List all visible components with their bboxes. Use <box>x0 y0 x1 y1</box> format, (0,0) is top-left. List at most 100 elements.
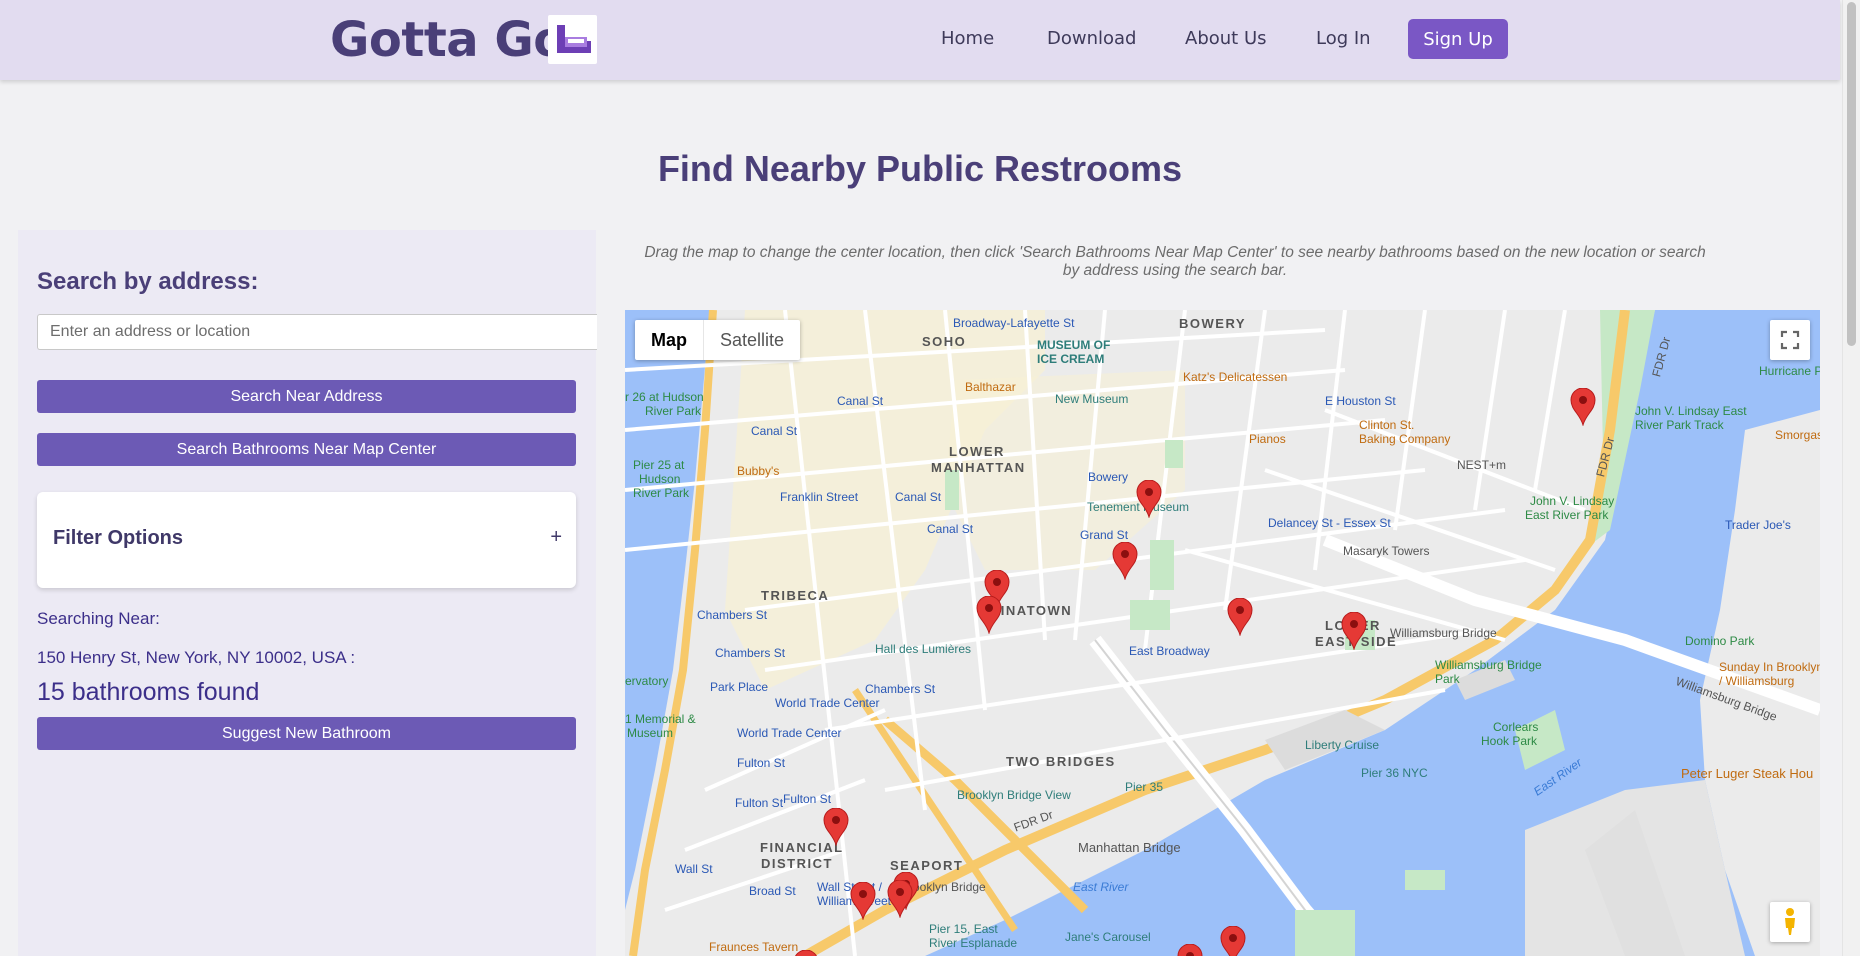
label-hurricane-point: Hurricane Poi <box>1759 364 1820 378</box>
address-input[interactable] <box>37 314 597 350</box>
label-museum-ice-cream-2: ICE CREAM <box>1037 352 1105 366</box>
label-smorgasburg: Smorgasbu <box>1775 428 1820 442</box>
page-scrollbar[interactable] <box>1842 0 1860 956</box>
label-nest: NEST+m <box>1457 458 1507 472</box>
page-title: Find Nearby Public Restrooms <box>657 148 1183 189</box>
label-seaport: SEAPORT <box>890 858 964 873</box>
expand-plus-icon[interactable]: + <box>550 526 562 549</box>
label-memorial-2: Museum <box>627 726 674 740</box>
searching-near-label: Searching Near: <box>37 609 160 628</box>
label-janes-carousel: Jane's Carousel <box>1065 930 1151 944</box>
label-hall-des-lumieres: Hall des Lumières <box>875 642 972 656</box>
label-pier-25-3: River Park <box>633 486 690 500</box>
restroom-marker[interactable] <box>1136 480 1162 518</box>
fullscreen-icon <box>1780 330 1800 350</box>
label-pier-25-2: Hudson <box>639 472 681 486</box>
filter-options-card[interactable]: Filter Options + <box>37 492 576 588</box>
label-lindsay-track-2: River Park Track <box>1635 418 1724 432</box>
nav-login-link[interactable]: Log In <box>1316 28 1371 49</box>
restroom-marker[interactable] <box>850 882 876 920</box>
label-peter-luger: Peter Luger Steak Hou <box>1681 766 1814 781</box>
label-clinton-st: Clinton St. <box>1359 418 1415 432</box>
label-liberty-cruise: Liberty Cruise <box>1305 738 1380 752</box>
nav-download-link[interactable]: Download <box>1047 28 1136 49</box>
map-canvas[interactable]: SOHO BOWERY LOWER MANHATTAN TRIBECA CHIN… <box>625 310 1820 956</box>
label-williamsburg-park: Williamsburg Bridge <box>1435 658 1542 672</box>
fullscreen-button[interactable] <box>1770 320 1810 360</box>
label-domino-park: Domino Park <box>1685 634 1755 648</box>
label-fulton-st-2: Fulton St <box>783 792 832 806</box>
label-bubbys: Bubby's <box>737 464 780 478</box>
label-canal-st-3: Canal St <box>895 490 942 504</box>
map-type-control: Map Satellite <box>635 320 801 360</box>
label-park-place: Park Place <box>710 680 769 694</box>
brand-logo-image[interactable] <box>548 15 597 64</box>
label-museum-ice-cream: MUSEUM OF <box>1037 338 1111 352</box>
map-type-map-button[interactable]: Map <box>635 320 703 360</box>
label-bowery-station: Bowery <box>1088 470 1129 484</box>
label-pier-36: Pier 36 NYC <box>1361 766 1428 780</box>
label-clinton-st-2: Baking Company <box>1359 432 1451 446</box>
label-pier-15-2: River Esplanade <box>929 936 1018 950</box>
restroom-marker[interactable] <box>823 808 849 846</box>
searching-near-address: 150 Henry St, New York, NY 10002, USA : <box>37 648 356 667</box>
label-world-trade-center-2: World Trade Center <box>737 726 842 740</box>
signup-button[interactable]: Sign Up <box>1408 19 1508 59</box>
label-lindsay-park: John V. Lindsay <box>1530 494 1615 508</box>
label-broadway-lafayette: Broadway-Lafayette St <box>953 316 1075 330</box>
restroom-marker[interactable] <box>1570 388 1596 426</box>
label-world-trade-center-1: World Trade Center <box>775 696 880 710</box>
restroom-marker[interactable] <box>1341 612 1367 650</box>
label-pier-15: Pier 15, East <box>929 922 998 936</box>
restroom-marker[interactable] <box>1227 598 1253 636</box>
label-pier-35: Pier 35 <box>1125 780 1164 794</box>
label-fulton-st-3: Fulton St <box>735 796 784 810</box>
label-pianos: Pianos <box>1249 432 1286 446</box>
label-sunday-in-brooklyn-2: / Williamsburg <box>1719 674 1795 688</box>
restroom-marker[interactable] <box>1112 542 1138 580</box>
label-soho: SOHO <box>922 334 967 349</box>
label-pier-26: r 26 at Hudson <box>625 390 704 404</box>
label-lower-manhattan-2: MANHATTAN <box>931 460 1026 475</box>
label-chambers-st-1: Chambers St <box>697 608 768 622</box>
label-canal-st-2: Canal St <box>751 424 798 438</box>
label-franklin-street: Franklin Street <box>780 490 859 504</box>
label-fraunces: Fraunces Tavern <box>709 940 799 954</box>
label-pier-25: Pier 25 at <box>633 458 685 472</box>
street-view-pegman-button[interactable] <box>1770 902 1810 942</box>
label-pier-26-2: River Park <box>645 404 702 418</box>
label-corlears: Corlears <box>1493 720 1539 734</box>
scrollbar-thumb[interactable] <box>1847 2 1856 346</box>
suggest-bathroom-button[interactable]: Suggest New Bathroom <box>37 717 576 750</box>
label-chambers-st-3: Chambers St <box>865 682 936 696</box>
map-instructions: Drag the map to change the center locati… <box>644 244 1706 279</box>
navbar: Gotta Go! Home Download About Us Log In … <box>0 0 1840 80</box>
nav-about-link[interactable]: About Us <box>1185 28 1267 49</box>
restroom-marker[interactable] <box>1177 944 1203 956</box>
label-manhattan-bridge: Manhattan Bridge <box>1078 840 1181 855</box>
label-williamsburg-park-2: Park <box>1435 672 1460 686</box>
label-financial-district-2: DISTRICT <box>761 856 833 871</box>
label-masaryk: Masaryk Towers <box>1343 544 1430 558</box>
search-near-address-button[interactable]: Search Near Address <box>37 380 576 413</box>
search-label: Search by address: <box>37 268 259 295</box>
restroom-marker[interactable] <box>1220 926 1246 956</box>
results-count: 15 bathrooms found <box>37 678 260 706</box>
restroom-marker[interactable] <box>887 880 913 918</box>
label-broad-st: Broad St <box>749 884 796 898</box>
label-new-museum: New Museum <box>1055 392 1129 406</box>
label-observatory: ervatory <box>625 674 669 688</box>
restroom-marker[interactable] <box>976 596 1002 634</box>
label-delancey: Delancey St - Essex St <box>1268 516 1391 530</box>
label-lindsay-track: John V. Lindsay East <box>1635 404 1747 418</box>
map-type-satellite-button[interactable]: Satellite <box>703 320 800 360</box>
nav-home-link[interactable]: Home <box>941 28 994 49</box>
filter-options-title: Filter Options <box>53 527 183 549</box>
label-wall-st: Wall St <box>675 862 713 876</box>
label-brooklyn-bridge-view: Brooklyn Bridge View <box>957 788 1071 802</box>
label-fulton-st-1: Fulton St <box>737 756 786 770</box>
search-map-center-button[interactable]: Search Bathrooms Near Map Center <box>37 433 576 466</box>
label-lower-manhattan: LOWER <box>949 444 1005 459</box>
restroom-marker[interactable] <box>793 950 819 956</box>
label-lindsay-park-2: East River Park <box>1525 508 1609 522</box>
